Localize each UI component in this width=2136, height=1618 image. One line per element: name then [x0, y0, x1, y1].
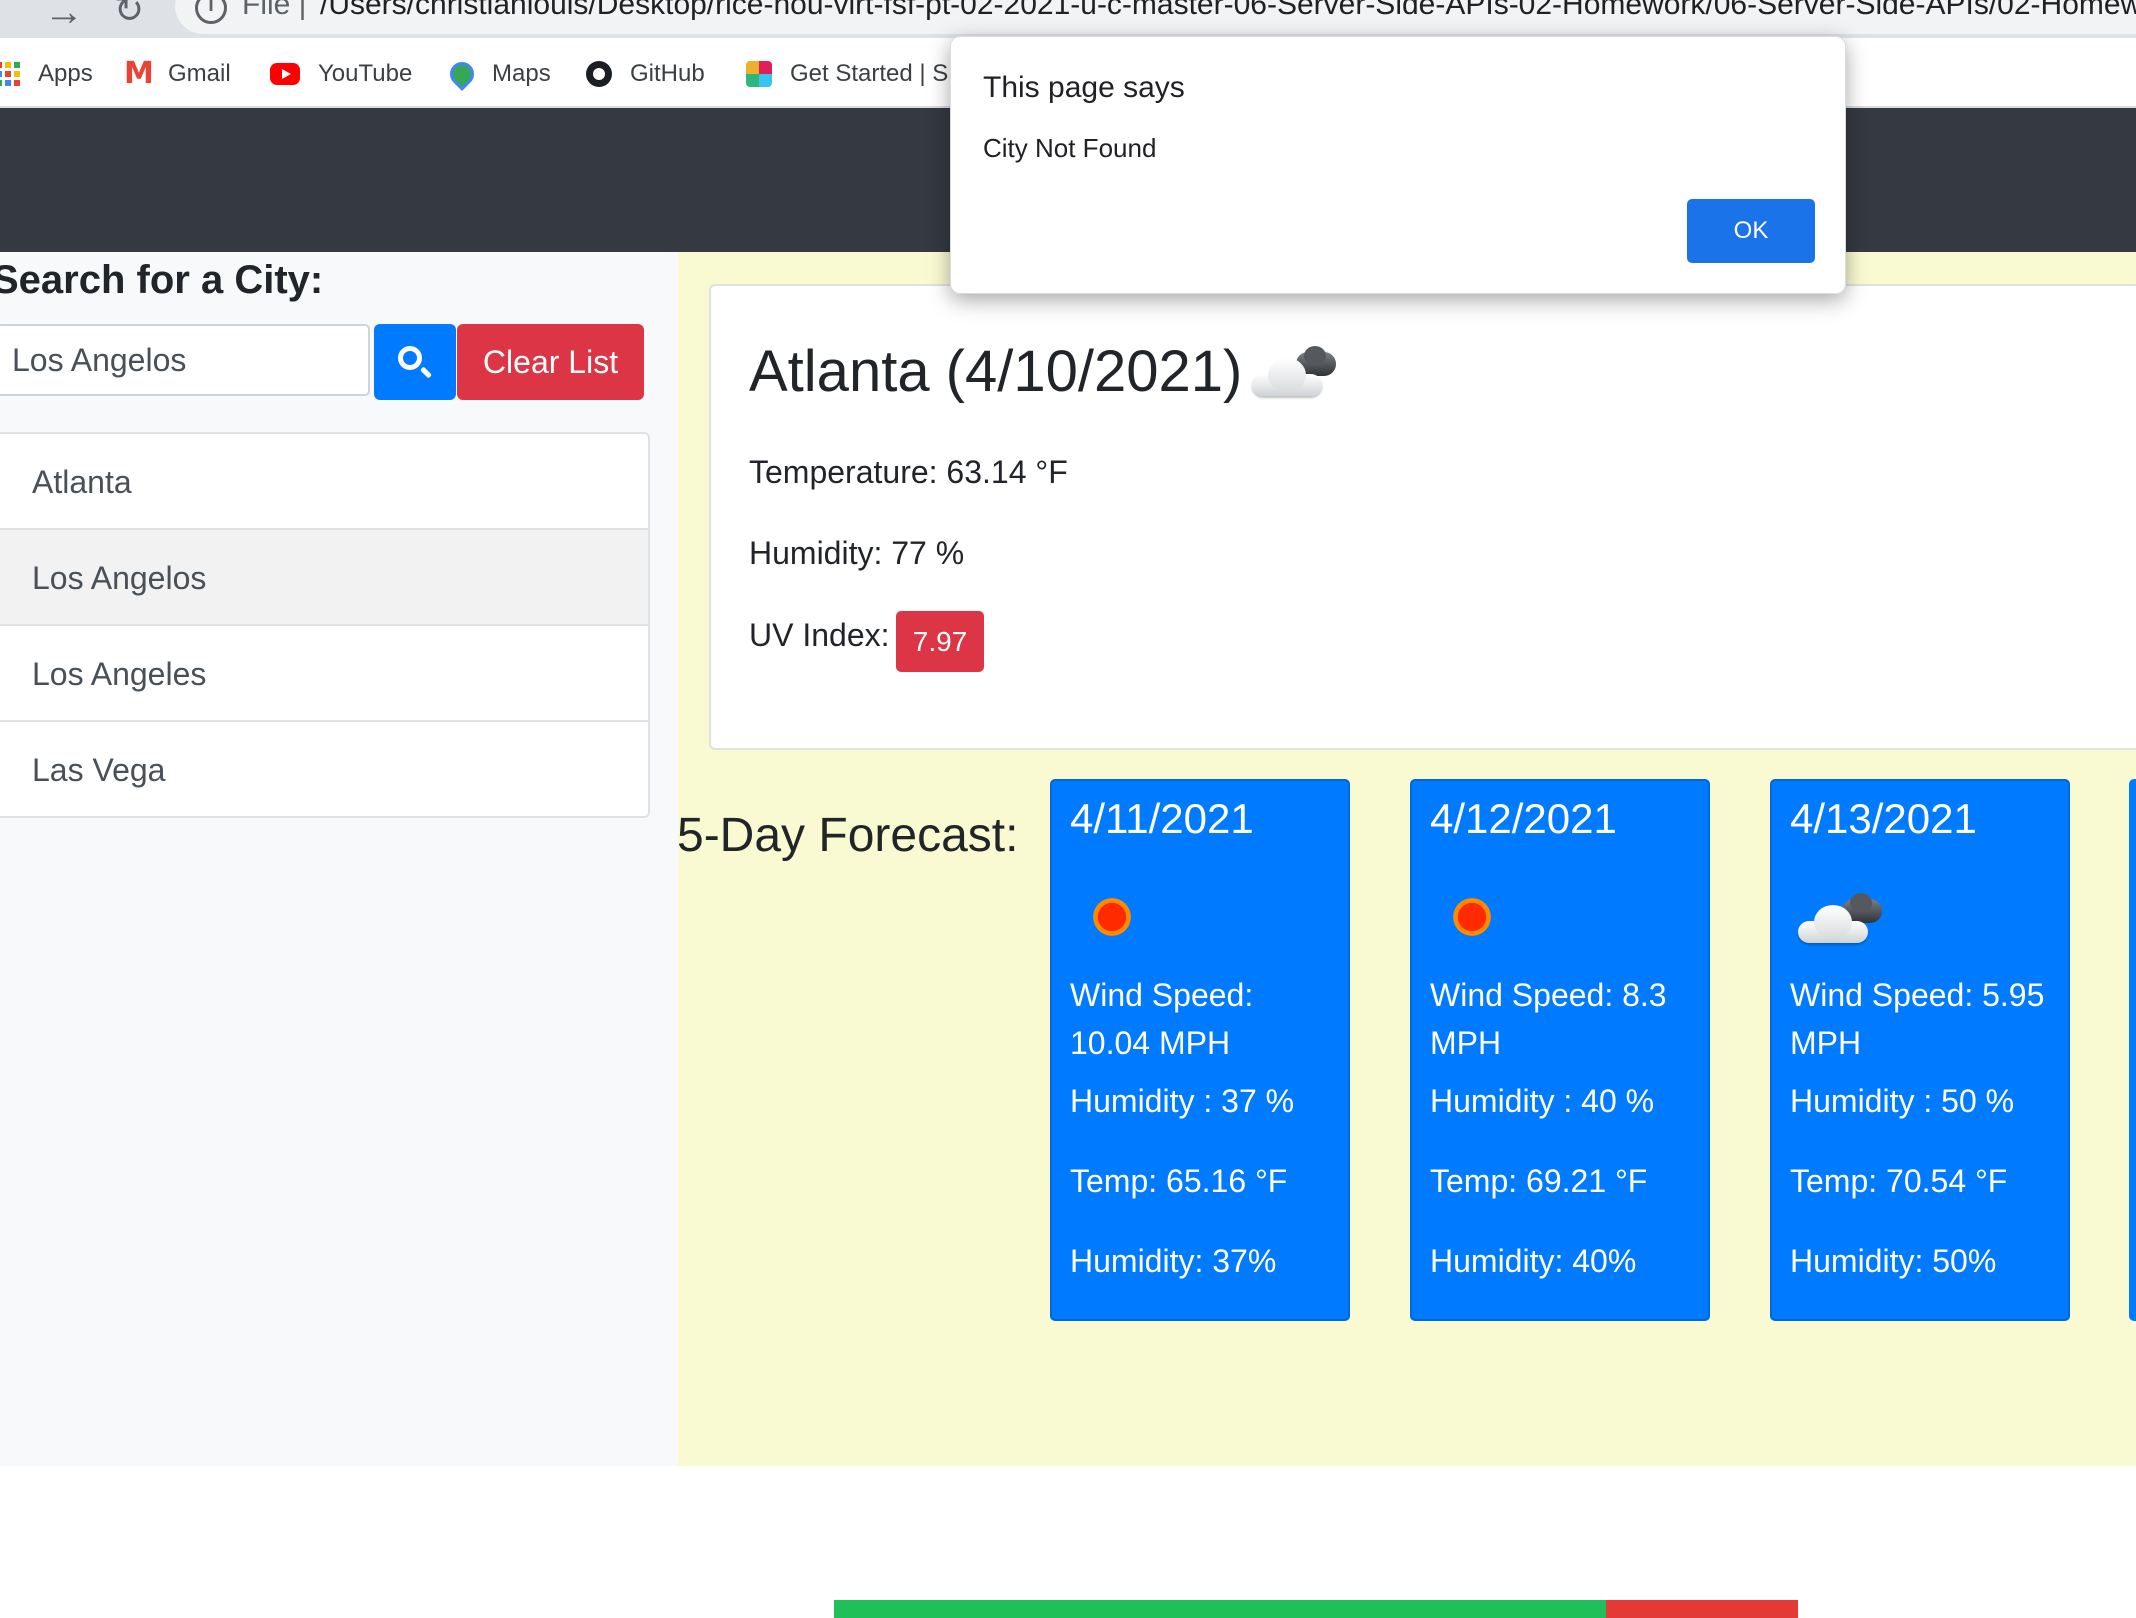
url-scheme: File |: [242, 0, 307, 21]
bookmark-label: Gmail: [168, 60, 231, 87]
forecast-date: 4/13/2021: [1790, 795, 1977, 842]
bookmark-slack[interactable]: Get Started | S: [746, 56, 948, 92]
uv-index-label: UV Index:: [749, 617, 890, 653]
forecast-wind: Wind Speed: 8.3 MPH: [1430, 977, 1667, 1061]
alert-dialog: This page says City Not Found OK: [950, 36, 1846, 294]
uv-index-badge: 7.97: [896, 611, 984, 672]
search-button[interactable]: [374, 324, 456, 400]
city-list-item[interactable]: Los Angeles: [0, 624, 648, 720]
forecast-card: 4/11/2021 Wind Speed: 10.04 MPH Humidity…: [1050, 779, 1350, 1321]
forecast-card-partial: [2129, 779, 2136, 1321]
city-list: Atlanta Los Angelos Los Angeles Las Vega: [0, 432, 650, 818]
forecast-card: 4/12/2021 Wind Speed: 8.3 MPH Humidity :…: [1410, 779, 1710, 1321]
dialog-message: City Not Found: [983, 133, 1157, 163]
bookmark-label: Maps: [492, 60, 551, 87]
forecast-wind: Wind Speed: 10.04 MPH: [1070, 977, 1254, 1061]
forecast-title: 5-Day Forecast:: [677, 809, 1019, 862]
search-icon: [398, 346, 422, 370]
forecast-humidity-percent: Humidity: 40%: [1430, 1243, 1637, 1279]
forecast-humidity: Humidity : 37 %: [1070, 1083, 1295, 1119]
browser-toolbar: → ↻ File | /Users/christianlouis/Desktop…: [0, 0, 2136, 38]
clear-list-button[interactable]: Clear List: [457, 324, 644, 400]
reload-icon[interactable]: ↻: [114, 0, 144, 28]
bookmark-maps[interactable]: Maps: [445, 56, 551, 92]
bookmark-label: YouTube: [318, 60, 413, 87]
github-icon: [586, 61, 612, 87]
bookmark-github[interactable]: GitHub: [586, 56, 705, 92]
bookmark-youtube[interactable]: YouTube: [270, 56, 412, 92]
dialog-ok-button[interactable]: OK: [1687, 199, 1815, 263]
current-city-title: Atlanta (4/10/2021): [749, 339, 1243, 404]
apps-grid-icon: [0, 62, 20, 86]
bookmark-gmail[interactable]: M Gmail: [124, 56, 231, 92]
city-list-item[interactable]: Los Angelos: [0, 528, 648, 624]
gmail-icon: M: [124, 56, 154, 91]
cloud-icon: [1796, 893, 1886, 953]
forecast-date: 4/11/2021: [1070, 795, 1254, 842]
bookmark-label: Apps: [38, 60, 93, 87]
forecast-humidity: Humidity : 50 %: [1790, 1083, 2015, 1119]
maps-icon: [445, 57, 479, 91]
forecast-date: 4/12/2021: [1430, 795, 1617, 842]
url-text[interactable]: /Users/christianlouis/Desktop/rice-hou-v…: [320, 0, 2136, 22]
forecast-humidity-percent: Humidity: 50%: [1790, 1243, 1997, 1279]
forecast-temp: Temp: 65.16 °F: [1070, 1163, 1288, 1199]
city-list-item[interactable]: Atlanta: [0, 434, 648, 528]
dialog-title: This page says: [983, 71, 1185, 104]
forward-arrow-icon[interactable]: →: [44, 0, 84, 32]
search-input[interactable]: [0, 324, 370, 396]
forecast-wind: Wind Speed: 5.95 MPH: [1790, 977, 2045, 1061]
cloud-icon: [1250, 346, 1340, 406]
bookmark-label: GitHub: [630, 60, 705, 87]
current-humidity: Humidity: 77 %: [749, 535, 965, 571]
stop-share-button[interactable]: [1606, 1600, 1798, 1618]
sun-icon: [1084, 889, 1140, 945]
slack-icon: [746, 61, 772, 87]
bookmark-label: Get Started | S: [790, 60, 949, 87]
search-title: Search for a City:: [0, 258, 324, 302]
forecast-temp: Temp: 70.54 °F: [1790, 1163, 2008, 1199]
forecast-card: 4/13/2021 Wind Speed: 5.95 MPH Humidity …: [1770, 779, 2070, 1321]
forecast-temp: Temp: 69.21 °F: [1430, 1163, 1648, 1199]
sun-icon: [1444, 889, 1500, 945]
forecast-humidity: Humidity : 40 %: [1430, 1083, 1655, 1119]
current-temperature: Temperature: 63.14 °F: [749, 454, 1068, 490]
city-list-item[interactable]: Las Vega: [0, 720, 648, 816]
forecast-humidity-percent: Humidity: 37%: [1070, 1243, 1277, 1279]
bookmark-apps[interactable]: Apps: [0, 56, 93, 92]
youtube-icon: [270, 63, 300, 85]
